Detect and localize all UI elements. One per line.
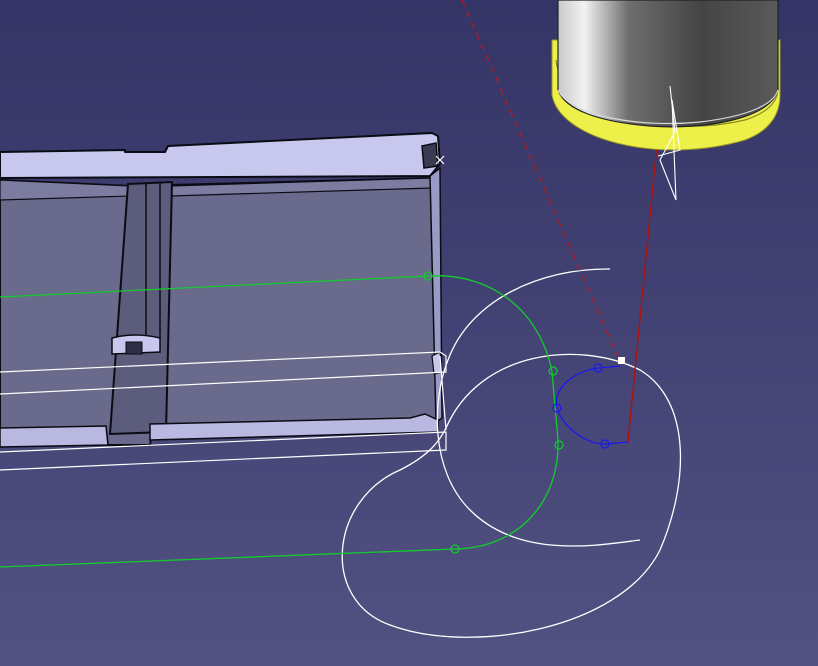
3d-viewport[interactable] bbox=[0, 0, 818, 666]
groove-cutout-slot bbox=[125, 341, 143, 355]
tool-body[interactable] bbox=[557, 0, 779, 128]
part-corner-notch bbox=[421, 142, 439, 169]
white-square-icon[interactable] bbox=[618, 357, 625, 364]
part-bottom-flange bbox=[0, 425, 109, 448]
part-front-face[interactable] bbox=[0, 177, 439, 446]
